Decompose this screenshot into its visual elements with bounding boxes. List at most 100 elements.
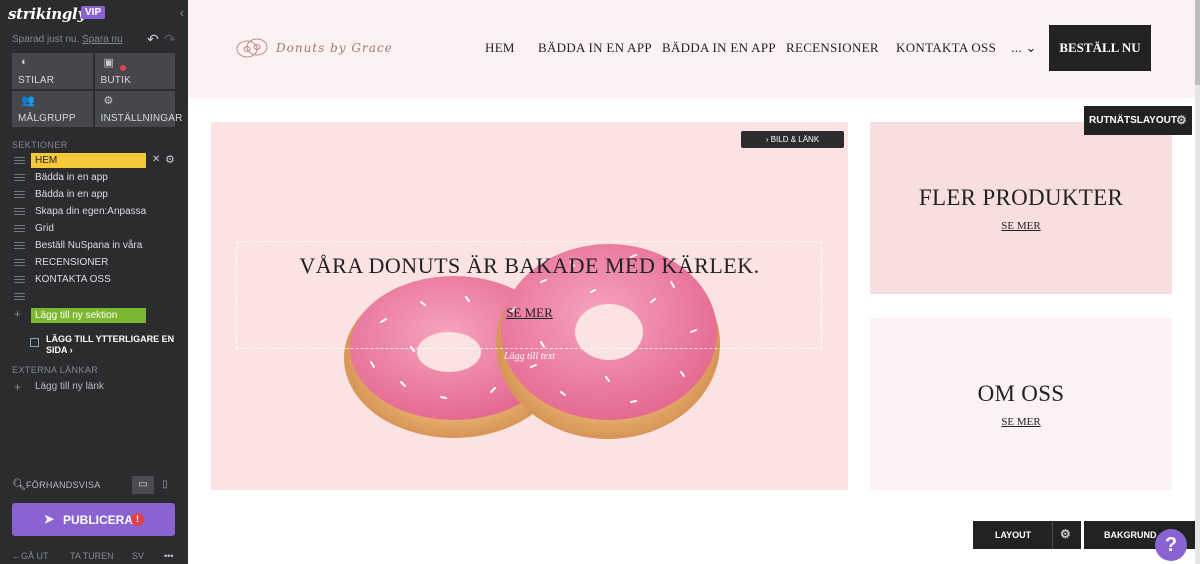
gear-icon: ⚙ xyxy=(103,95,114,107)
hero-title[interactable]: VÅRA DONUTS ÄR BAKADE MED KÄRLEK. xyxy=(211,253,848,279)
undo-icon[interactable]: ↶ xyxy=(147,31,159,48)
section-item[interactable]: Beställ NuSpana in våra xyxy=(12,237,182,254)
section-item[interactable]: Grid xyxy=(12,220,182,237)
save-status: Sparad just nu. Spara nu xyxy=(12,34,123,45)
add-section-button[interactable]: + Lägg till ny sektion xyxy=(12,307,152,323)
add-link-label: Lägg till ny länk xyxy=(35,381,104,392)
drag-handle-icon[interactable] xyxy=(14,259,25,266)
hero-see-more-link[interactable]: SE MER xyxy=(211,305,848,321)
scrollbar[interactable] xyxy=(1195,0,1200,564)
scrollbar-thumb[interactable] xyxy=(1195,0,1200,85)
layout-label: LAYOUT xyxy=(995,530,1032,540)
image-link-button[interactable]: › BILD & LÄNK xyxy=(741,131,844,148)
preview-row: 🔍︎ FÖRHANDSVISA ▭ ▯ xyxy=(12,476,175,494)
hero-add-text[interactable]: Lägg till text xyxy=(211,351,848,362)
more-icon[interactable]: ••• xyxy=(164,551,173,561)
tool-grid: ◐ STILAR ▣ BUTIK 👥 MÅLGRUPP ⚙ INSTÄLLNIN… xyxy=(12,53,182,127)
drag-handle-icon[interactable] xyxy=(14,174,25,181)
card-title[interactable]: OM OSS xyxy=(870,381,1172,407)
gear-icon[interactable]: ⚙ xyxy=(1176,113,1187,127)
gear-icon[interactable]: ⚙ xyxy=(1060,527,1071,541)
plus-icon: + xyxy=(14,380,22,394)
section-item[interactable] xyxy=(12,288,182,305)
add-page-text: LÄGG TILL YTTERLIGARE EN SIDA xyxy=(46,334,175,355)
section-item-hem[interactable]: HEM ✕ ⚙ xyxy=(12,152,182,169)
page-icon xyxy=(30,338,39,347)
card-see-more-link[interactable]: SE MER xyxy=(870,220,1172,232)
gear-icon[interactable]: ⚙ xyxy=(165,153,175,166)
section-label: RECENSIONER xyxy=(35,257,109,268)
section-item[interactable]: Skapa din egen:Anpassa xyxy=(12,203,182,220)
nav-item-reviews[interactable]: RECENSIONER xyxy=(786,40,879,56)
desktop-icon[interactable]: ▭ xyxy=(132,476,154,494)
external-links-heading: EXTERNA LÄNKAR xyxy=(12,365,99,375)
preview-button[interactable]: FÖRHANDSVISA xyxy=(26,480,101,490)
card-see-more-link[interactable]: SE MER xyxy=(870,416,1172,428)
save-now-link[interactable]: Spara nu xyxy=(82,34,123,45)
exit-label: GÅ UT xyxy=(21,551,49,561)
store-button[interactable]: ▣ BUTIK xyxy=(94,53,175,89)
audience-button[interactable]: 👥 MÅLGRUPP xyxy=(12,91,93,127)
hero-block[interactable]: VÅRA DONUTS ÄR BAKADE MED KÄRLEK. SE MER… xyxy=(211,122,848,490)
drag-handle-icon[interactable] xyxy=(14,276,25,283)
nav-more[interactable]: ... ⌄ xyxy=(1011,40,1036,56)
publish-label: PUBLICERA xyxy=(63,513,134,527)
section-label: Grid xyxy=(35,223,54,234)
grid-layout-button[interactable]: RUTNÄTSLAYOUT ⚙ xyxy=(1084,106,1192,135)
audience-label: MÅLGRUPP xyxy=(18,113,76,124)
mobile-icon[interactable]: ▯ xyxy=(158,476,172,494)
card-about-us[interactable]: OM OSS SE MER xyxy=(870,318,1172,490)
language-link[interactable]: SV xyxy=(132,551,144,561)
section-item[interactable]: RECENSIONER xyxy=(12,254,182,271)
layout-button[interactable]: LAYOUT ⚙ xyxy=(973,521,1081,549)
drag-handle-icon[interactable] xyxy=(14,293,25,300)
card-more-products[interactable]: FLER PRODUKTER SE MER xyxy=(870,122,1172,294)
publish-button[interactable]: ➤ PUBLICERA ! xyxy=(12,503,175,536)
close-icon[interactable]: ✕ xyxy=(152,154,160,165)
sidebar-top: strikingly VIP ‹ xyxy=(8,5,184,23)
order-now-button[interactable]: BESTÄLL NU xyxy=(1049,25,1151,71)
palette-icon: ◐ xyxy=(21,56,28,68)
people-icon: 👥 xyxy=(21,95,35,107)
section-item[interactable]: Bädda in en app xyxy=(12,169,182,186)
drag-handle-icon[interactable] xyxy=(14,225,25,232)
grid-layout-label: RUTNÄTSLAYOUT xyxy=(1089,115,1177,126)
drag-handle-icon[interactable] xyxy=(14,191,25,198)
redo-icon: ↷ xyxy=(164,31,176,47)
section-item[interactable]: Bädda in en app xyxy=(12,186,182,203)
drag-handle-icon[interactable] xyxy=(14,242,25,249)
chevron-down-icon: ⌄ xyxy=(1025,40,1037,55)
help-button[interactable]: ? xyxy=(1155,529,1187,561)
settings-button[interactable]: ⚙ INSTÄLLNINGAR xyxy=(94,91,182,127)
nav-item-app-1[interactable]: BÄDDA IN EN APP xyxy=(538,40,652,56)
site-header: Donuts by Grace HEM BÄDDA IN EN APP BÄDD… xyxy=(188,0,1195,98)
warning-icon: ! xyxy=(131,513,144,526)
strikingly-logo: strikingly xyxy=(8,5,86,23)
search-icon: 🔍︎ xyxy=(12,479,26,491)
section-list: HEM ✕ ⚙ Bädda in en app Bädda in en app … xyxy=(12,152,182,305)
divider xyxy=(1052,521,1053,549)
brand-name[interactable]: Donuts by Grace xyxy=(276,41,393,55)
shopping-bag-icon: ▣ xyxy=(103,57,114,69)
rocket-icon: ➤ xyxy=(44,512,55,526)
sections-heading: SEKTIONER xyxy=(12,140,68,150)
card-title[interactable]: FLER PRODUKTER xyxy=(870,185,1172,211)
exit-link[interactable]: ← GÅ UT xyxy=(12,551,49,561)
editor-sidebar: strikingly VIP ‹ Sparad just nu. Spara n… xyxy=(0,0,188,564)
add-page-label: LÄGG TILL YTTERLIGARE EN SIDA › xyxy=(46,334,175,355)
image-link-label: BILD & LÄNK xyxy=(770,135,820,144)
styles-button[interactable]: ◐ STILAR xyxy=(12,53,93,89)
notification-dot xyxy=(119,65,126,71)
tour-link[interactable]: TA TUREN xyxy=(70,551,114,561)
background-label: BAKGRUND xyxy=(1104,530,1157,540)
section-label: Beställ NuSpana in våra xyxy=(35,240,143,251)
section-label: Skapa din egen:Anpassa xyxy=(35,206,147,217)
plus-icon: + xyxy=(14,307,22,321)
chevron-left-icon[interactable]: ‹ xyxy=(180,5,184,20)
section-item[interactable]: KONTAKTA OSS xyxy=(12,271,182,288)
nav-item-app-2[interactable]: BÄDDA IN EN APP xyxy=(662,40,776,56)
nav-item-contact[interactable]: KONTAKTA OSS xyxy=(896,40,996,56)
drag-handle-icon[interactable] xyxy=(14,208,25,215)
drag-handle-icon[interactable] xyxy=(14,157,25,164)
nav-item-hem[interactable]: HEM xyxy=(485,40,515,56)
